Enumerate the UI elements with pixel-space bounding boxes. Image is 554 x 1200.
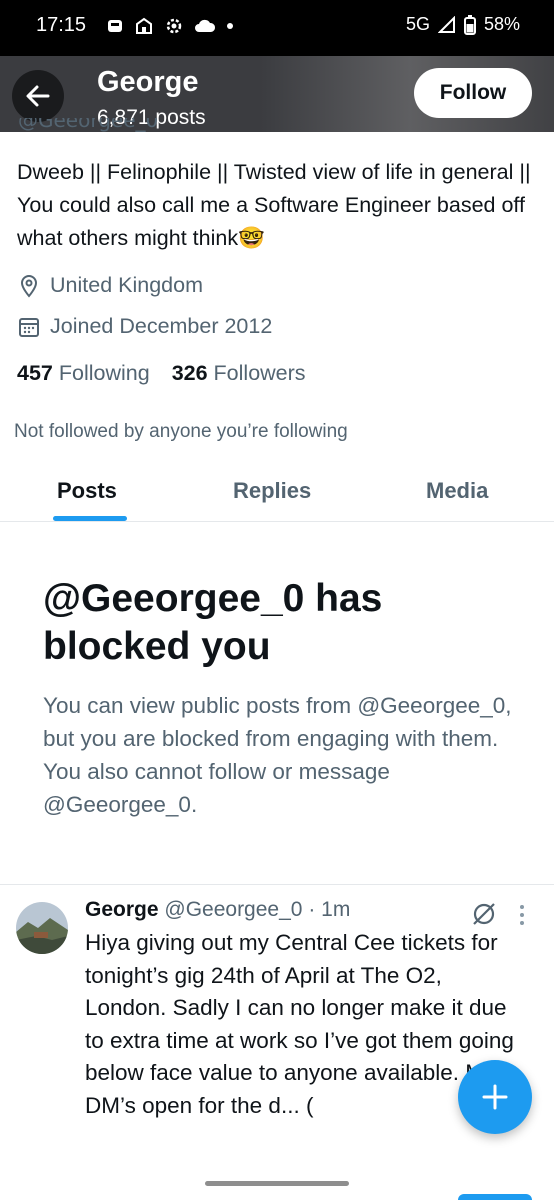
followers-link[interactable]: 326 Followers — [172, 361, 306, 386]
battery-icon — [463, 14, 476, 35]
following-count: 457 — [17, 361, 53, 385]
header-name: George — [97, 66, 199, 98]
avatar[interactable] — [16, 902, 68, 954]
follow-button[interactable]: Follow — [414, 68, 532, 118]
following-label: Following — [58, 361, 150, 385]
post-handle: @Geeorgee_0 — [164, 898, 303, 921]
post-header: George @Geeorgee_0 · 1m — [85, 898, 350, 922]
calendar-icon — [19, 317, 39, 337]
plus-icon — [482, 1084, 508, 1110]
blocked-title: @Geeorgee_0 has blocked you — [43, 577, 383, 668]
sim-card-icon — [108, 20, 122, 32]
signal-icon — [437, 15, 455, 33]
tab-replies[interactable]: Replies — [233, 478, 311, 504]
battery-label: 58% — [483, 14, 520, 34]
network-label: 5G — [405, 14, 430, 34]
arrow-left-icon — [26, 85, 50, 107]
compose-button-secondary — [458, 1194, 532, 1200]
profile-joined: Joined December 2012 — [50, 314, 273, 338]
joined-row: Joined December 2012 — [18, 314, 272, 339]
profile-handle: @Geeorgee_0 — [18, 118, 159, 132]
tab-media[interactable]: Media — [426, 478, 488, 504]
status-right: 5G 58% — [406, 14, 520, 35]
cloud-icon — [195, 19, 216, 32]
avatar-image — [16, 902, 68, 954]
settings-icon — [166, 18, 182, 34]
post-divider — [0, 884, 554, 885]
profile-bio: Dweeb || Felinophile || Twisted view of … — [17, 160, 531, 250]
followers-label: Followers — [213, 361, 306, 385]
following-link[interactable]: 457 Following — [17, 361, 150, 386]
status-time: 17:15 — [36, 14, 87, 36]
tab-divider — [0, 521, 554, 522]
post-separator: · — [308, 898, 316, 921]
post-author[interactable]: George — [85, 898, 159, 921]
notification-icon — [136, 17, 152, 34]
status-notification-icons — [106, 16, 234, 36]
dot-icon — [227, 23, 233, 29]
blocked-description: You can view public posts from @Geeorgee… — [43, 693, 512, 817]
tab-posts[interactable]: Posts — [57, 478, 117, 504]
follow-counts: 457 Following 326 Followers — [17, 361, 306, 386]
profile-location: United Kingdom — [50, 273, 203, 297]
status-bar: 17:15 5G 58% — [0, 0, 554, 56]
followers-count: 326 — [171, 361, 208, 385]
back-button[interactable] — [12, 70, 64, 122]
compose-button[interactable] — [458, 1060, 532, 1134]
home-indicator[interactable] — [205, 1181, 349, 1186]
location-row: United Kingdom — [18, 273, 203, 298]
not-followed-notice: Not followed by anyone you’re following — [14, 421, 348, 442]
more-options-icon[interactable] — [518, 904, 526, 926]
post-time: 1m — [321, 898, 351, 921]
grok-icon[interactable] — [471, 901, 497, 927]
location-pin-icon — [20, 274, 38, 298]
